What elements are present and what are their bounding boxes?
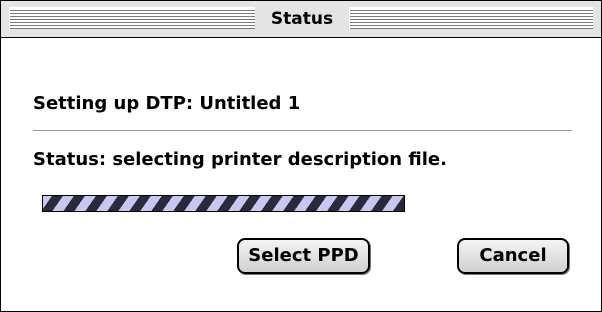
progress-bar-indeterminate: [42, 195, 405, 212]
cancel-button[interactable]: Cancel: [457, 238, 569, 274]
select-ppd-button[interactable]: Select PPD: [237, 238, 370, 274]
status-text: Status: selecting printer description fi…: [33, 149, 447, 170]
divider: [33, 130, 572, 131]
title-bar-stripes-right: [349, 7, 593, 29]
window-title: Status: [255, 1, 349, 37]
title-bar-stripes-left: [9, 7, 255, 29]
title-bar[interactable]: Status: [1, 1, 601, 38]
status-dialog-window: Status Setting up DTP: Untitled 1 Status…: [0, 0, 602, 312]
setup-heading: Setting up DTP: Untitled 1: [33, 93, 301, 114]
